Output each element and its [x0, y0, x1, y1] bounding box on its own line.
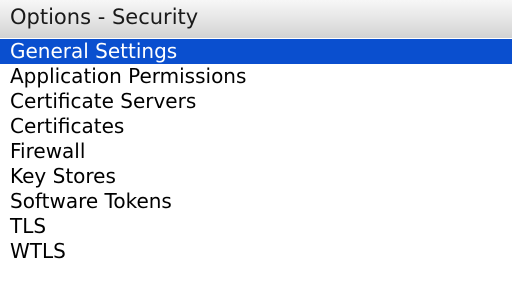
list-item-key-stores[interactable]: Key Stores [0, 164, 512, 189]
security-options-screen: Options - Security General Settings Appl… [0, 0, 512, 297]
security-options-list: General Settings Application Permissions… [0, 39, 512, 264]
list-item-application-permissions[interactable]: Application Permissions [0, 64, 512, 89]
list-item-certificate-servers[interactable]: Certificate Servers [0, 89, 512, 114]
list-item-wtls[interactable]: WTLS [0, 239, 512, 264]
list-item-software-tokens[interactable]: Software Tokens [0, 189, 512, 214]
title-bar: Options - Security [0, 0, 512, 38]
list-item-tls[interactable]: TLS [0, 214, 512, 239]
list-item-firewall[interactable]: Firewall [0, 139, 512, 164]
list-item-certificates[interactable]: Certificates [0, 114, 512, 139]
page-title: Options - Security [10, 5, 199, 29]
list-item-general-settings[interactable]: General Settings [0, 39, 512, 64]
